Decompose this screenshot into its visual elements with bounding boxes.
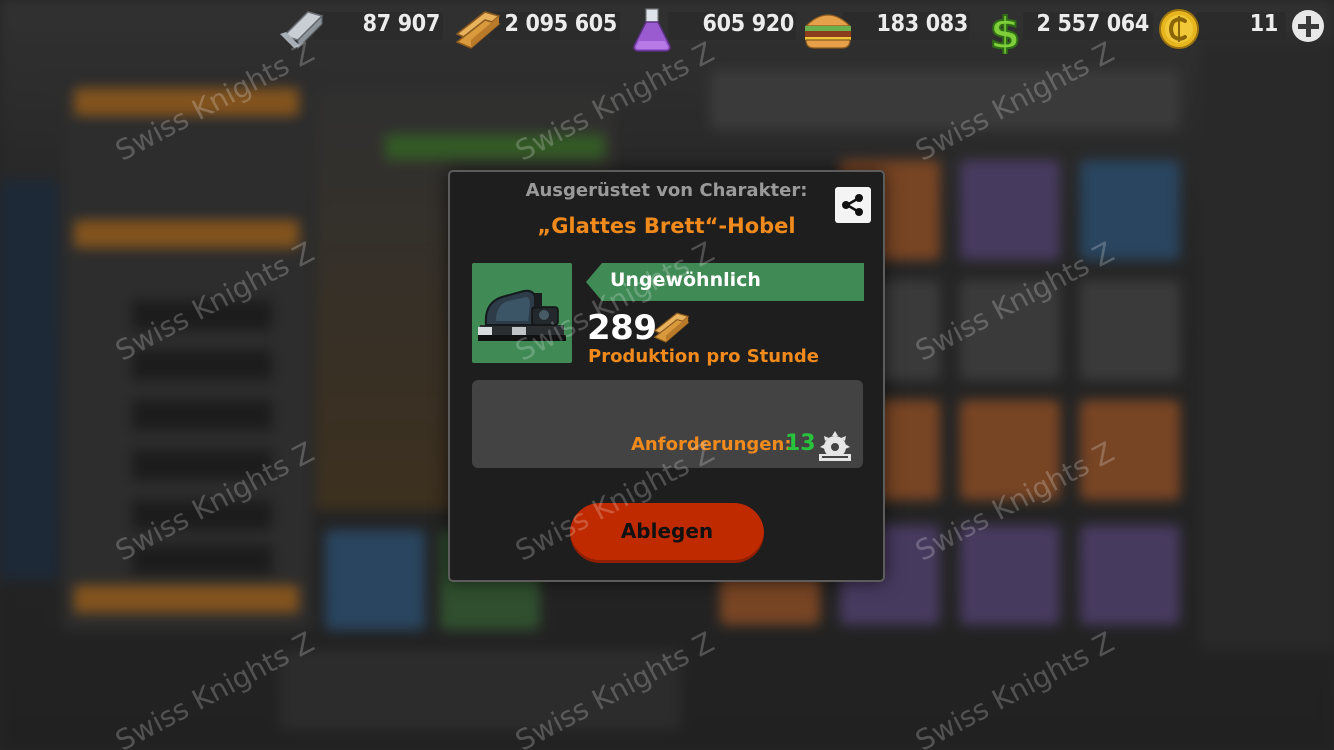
saw-blade-icon xyxy=(818,430,852,466)
wood-planks-icon xyxy=(653,308,693,348)
rarity-banner: Ungewöhnlich xyxy=(586,263,864,301)
production-value: 289 xyxy=(587,308,657,348)
item-details-dialog: Ausgerüstet von Charakter: „Glattes Bret… xyxy=(448,170,885,582)
electric-planer-icon xyxy=(472,289,572,363)
resource-food[interactable]: 183 083 xyxy=(802,10,974,49)
dollar-icon: $ xyxy=(985,6,1025,60)
resource-value: 2 095 605 xyxy=(504,11,618,37)
item-name: „Glattes Brett“-Hobel xyxy=(537,214,796,238)
item-thumbnail xyxy=(472,263,572,363)
share-icon xyxy=(835,194,871,227)
resource-value: 11 xyxy=(1249,11,1279,37)
resource-bar: 87 907 2 095 605 605 920 183 083 $ 2 557… xyxy=(0,0,1334,60)
requirements-label: Anforderungen: xyxy=(631,434,792,455)
resource-potion[interactable]: 605 920 xyxy=(630,8,800,52)
drop-button-label: Ablegen xyxy=(620,519,714,543)
resource-cash[interactable]: $ 2 557 064 xyxy=(985,7,1157,60)
drop-item-button[interactable]: Ablegen xyxy=(570,503,764,563)
resource-value: 87 907 xyxy=(362,11,441,37)
resource-wood[interactable]: 2 095 605 xyxy=(455,10,625,49)
requirements-value: 13 xyxy=(785,431,816,456)
resource-value: 2 557 064 xyxy=(1036,11,1150,37)
share-button[interactable] xyxy=(835,187,871,223)
production-label: Produktion pro Stunde xyxy=(588,346,820,367)
gold-coin-icon xyxy=(1158,8,1200,54)
rarity-label: Ungewöhnlich xyxy=(610,269,761,291)
resource-value: 183 083 xyxy=(876,11,969,37)
potion-flask-icon xyxy=(630,6,674,58)
add-currency-button[interactable] xyxy=(1292,10,1324,42)
svg-text:$: $ xyxy=(990,8,1021,54)
equipped-by-label: Ausgerüstet von Charakter: xyxy=(525,180,808,201)
requirements-box: Anforderungen: 13 xyxy=(472,380,863,468)
resource-steel[interactable]: 87 907 xyxy=(278,10,448,50)
resource-value: 605 920 xyxy=(702,11,795,37)
resource-coins[interactable]: 11 xyxy=(1158,9,1288,49)
